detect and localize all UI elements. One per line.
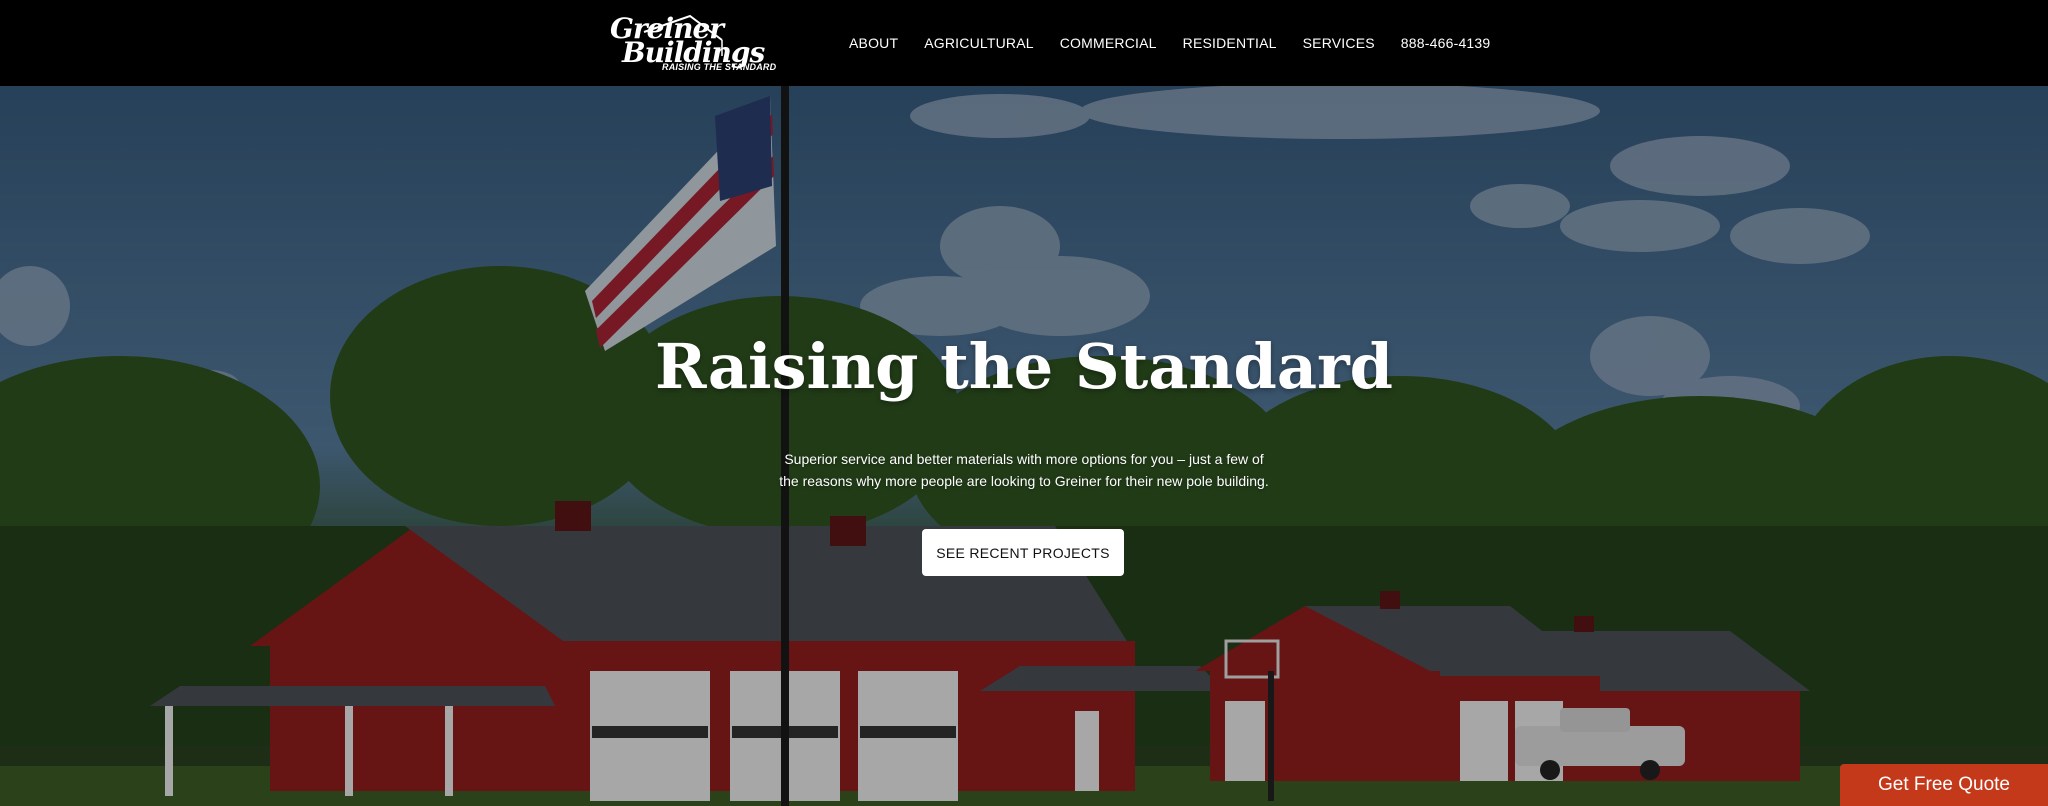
nav-commercial[interactable]: COMMERCIAL (1060, 35, 1157, 51)
hero-subtitle: Superior service and better materials wi… (779, 451, 1269, 489)
homepage: Greiner Buildings RAISING THE STANDARD A… (0, 0, 2048, 806)
main-nav: ABOUT AGRICULTURAL COMMERCIAL RESIDENTIA… (849, 0, 1490, 86)
nav-residential[interactable]: RESIDENTIAL (1183, 35, 1277, 51)
nav-services[interactable]: SERVICES (1303, 35, 1375, 51)
hero-darken-overlay (0, 86, 2048, 806)
get-free-quote-button[interactable]: Get Free Quote (1840, 764, 2048, 806)
nav-phone-link[interactable]: 888-466-4139 (1401, 35, 1491, 51)
nav-about[interactable]: ABOUT (849, 35, 898, 51)
logo-tagline: RAISING THE STANDARD (662, 62, 777, 72)
hero-section: Raising the Standard Superior service an… (0, 86, 2048, 806)
see-recent-projects-button[interactable]: SEE RECENT PROJECTS (922, 529, 1124, 576)
nav-agricultural[interactable]: AGRICULTURAL (924, 35, 1034, 51)
site-header: Greiner Buildings RAISING THE STANDARD A… (0, 0, 2048, 86)
site-logo[interactable]: Greiner Buildings RAISING THE STANDARD (606, 12, 776, 76)
hero-title: Raising the Standard (654, 330, 1394, 403)
